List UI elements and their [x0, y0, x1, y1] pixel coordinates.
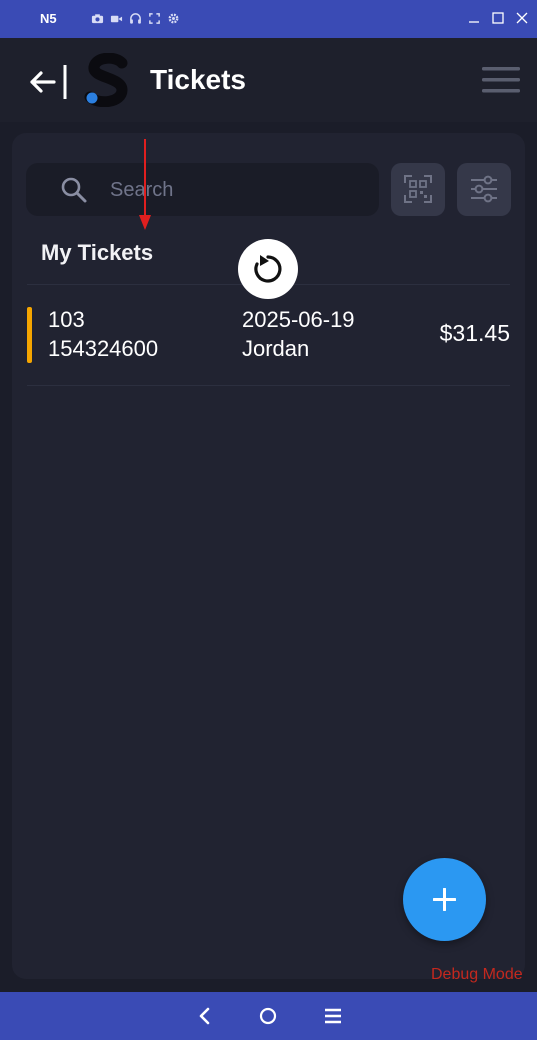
ticket-row[interactable]: 103 154324600 2025-06-19 Jordan $31.45	[27, 285, 510, 385]
video-icon	[110, 15, 123, 23]
window-controls	[467, 10, 529, 26]
device-name: N5	[40, 11, 57, 26]
filter-button[interactable]	[457, 163, 511, 216]
menu-button[interactable]	[482, 65, 520, 95]
debug-mode-label: Debug Mode	[431, 966, 523, 983]
status-indicator	[27, 307, 32, 363]
app-header: Tickets	[0, 38, 537, 122]
refresh-icon	[254, 255, 282, 283]
settings-icon	[168, 13, 179, 24]
plus-icon	[433, 888, 456, 911]
section-title: My Tickets	[41, 240, 154, 265]
camera-icon	[91, 14, 104, 24]
home-icon[interactable]	[256, 1004, 280, 1028]
fullscreen-icon	[149, 13, 160, 24]
search-bar	[26, 163, 379, 218]
hamburger-menu-icon	[482, 67, 520, 93]
close-icon[interactable]	[515, 10, 529, 26]
refresh-button[interactable]	[238, 239, 298, 299]
add-ticket-button[interactable]	[403, 858, 486, 941]
ticket-id: 154324600	[48, 336, 159, 361]
scan-button[interactable]	[391, 163, 445, 216]
headphones-icon	[130, 13, 141, 24]
annotation-arrow	[139, 139, 151, 230]
status-icons	[91, 12, 180, 25]
minimize-icon[interactable]	[467, 10, 481, 26]
sliders-filter-icon	[471, 175, 497, 203]
ticket-amount: $31.45	[439, 320, 510, 346]
ticket-number: 103	[48, 307, 85, 332]
back-icon[interactable]	[193, 1004, 217, 1028]
page-title: Tickets	[150, 64, 246, 95]
divider	[27, 385, 510, 386]
ticket-customer: Jordan	[242, 336, 310, 361]
search-icon	[61, 177, 87, 203]
system-nav-bar	[0, 992, 537, 1040]
window-titlebar: N5	[0, 0, 537, 38]
recents-icon[interactable]	[321, 1004, 345, 1028]
arrow-left-icon	[30, 65, 67, 99]
maximize-icon[interactable]	[491, 10, 505, 26]
qr-scan-icon	[404, 175, 432, 203]
back-button[interactable]	[28, 62, 70, 102]
ticket-date: 2025-06-19	[242, 307, 355, 332]
app-logo-icon	[84, 53, 128, 107]
